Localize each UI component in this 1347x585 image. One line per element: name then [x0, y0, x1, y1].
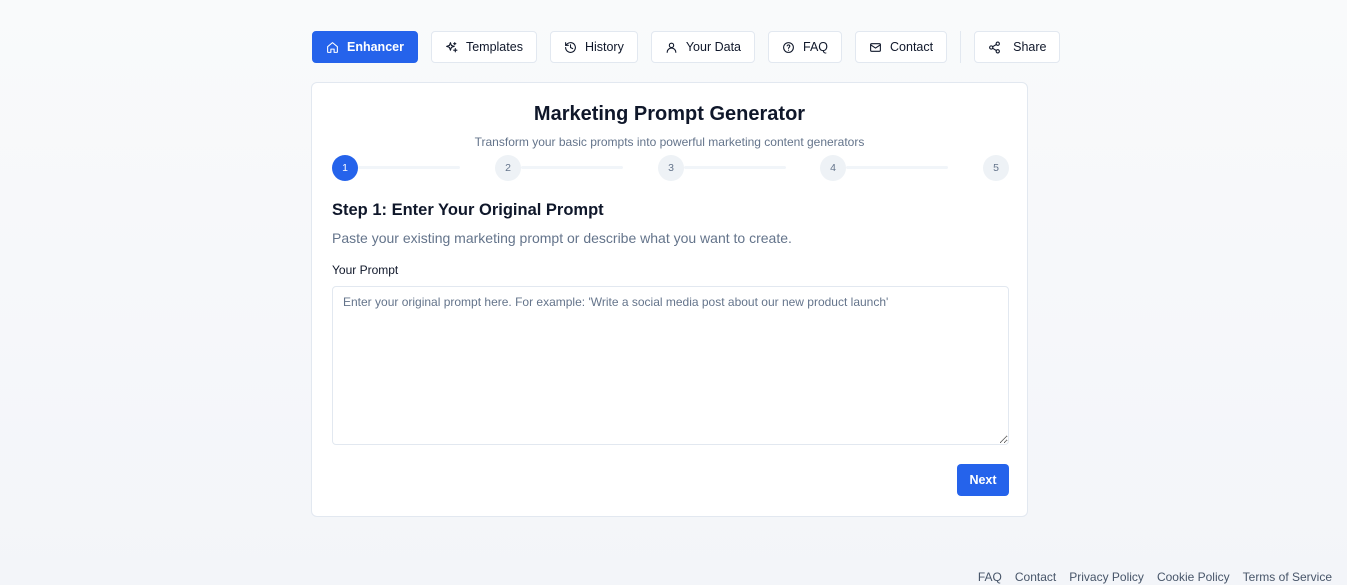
nav-history-button[interactable]: History [549, 31, 638, 63]
nav-contact-button[interactable]: Contact [855, 31, 948, 63]
step-connector [358, 166, 460, 169]
nav-history-label: History [584, 40, 624, 54]
step-connector [521, 166, 623, 169]
footer-link-privacy-policy[interactable]: Privacy Policy [1069, 570, 1144, 584]
nav-contact-label: Contact [890, 40, 934, 54]
nav-your-data-button[interactable]: Your Data [650, 31, 755, 63]
nav-templates-label: Templates [465, 40, 523, 54]
footer: FAQ Contact Privacy Policy Cookie Policy… [978, 570, 1332, 584]
page-title: Marketing Prompt Generator [533, 103, 806, 125]
step-heading: Step 1: Enter Your Original Prompt [332, 201, 604, 219]
nav-faq-button[interactable]: FAQ [768, 31, 843, 63]
prompt-field-label: Your Prompt [332, 263, 399, 277]
nav-faq-label: FAQ [803, 40, 829, 54]
step-description: Paste your existing marketing prompt or … [332, 230, 792, 246]
page: Enhancer Templates History Your Data FAQ… [0, 0, 1347, 585]
mail-icon [870, 42, 881, 52]
step-indicator-5: 5 [983, 155, 1009, 181]
progress-stepper: 1 2 3 4 5 [332, 155, 1009, 181]
prompt-textarea[interactable] [332, 286, 1009, 445]
nav-divider [960, 31, 962, 63]
step-indicator-3: 3 [658, 155, 684, 181]
nav-enhancer-label: Enhancer [347, 40, 404, 54]
top-nav: Enhancer Templates History Your Data FAQ… [312, 31, 1073, 63]
nav-share-label: Share [1013, 40, 1047, 54]
nav-share-button[interactable]: Share [974, 31, 1061, 63]
step-connector [846, 166, 948, 169]
nav-enhancer-button[interactable]: Enhancer [312, 31, 418, 63]
footer-link-terms-of-service[interactable]: Terms of Service [1243, 570, 1332, 584]
nav-your-data-label: Your Data [685, 40, 741, 54]
page-subtitle: Transform your basic prompts into powerf… [474, 135, 865, 149]
home-icon [327, 41, 338, 53]
generator-card: Marketing Prompt Generator Transform you… [311, 82, 1028, 517]
sparkles-icon [446, 41, 458, 52]
share-icon [989, 41, 1001, 53]
step-indicator-4: 4 [820, 155, 846, 181]
footer-link-faq[interactable]: FAQ [978, 570, 1002, 584]
nav-templates-button[interactable]: Templates [430, 31, 537, 63]
next-button[interactable]: Next [957, 464, 1009, 496]
help-circle-icon [783, 41, 794, 53]
user-icon [666, 42, 677, 53]
step-indicator-1: 1 [332, 155, 358, 181]
history-icon [565, 41, 576, 53]
step-indicator-2: 2 [495, 155, 521, 181]
footer-link-contact[interactable]: Contact [1015, 570, 1056, 584]
footer-link-cookie-policy[interactable]: Cookie Policy [1157, 570, 1230, 584]
step-connector [684, 166, 786, 169]
